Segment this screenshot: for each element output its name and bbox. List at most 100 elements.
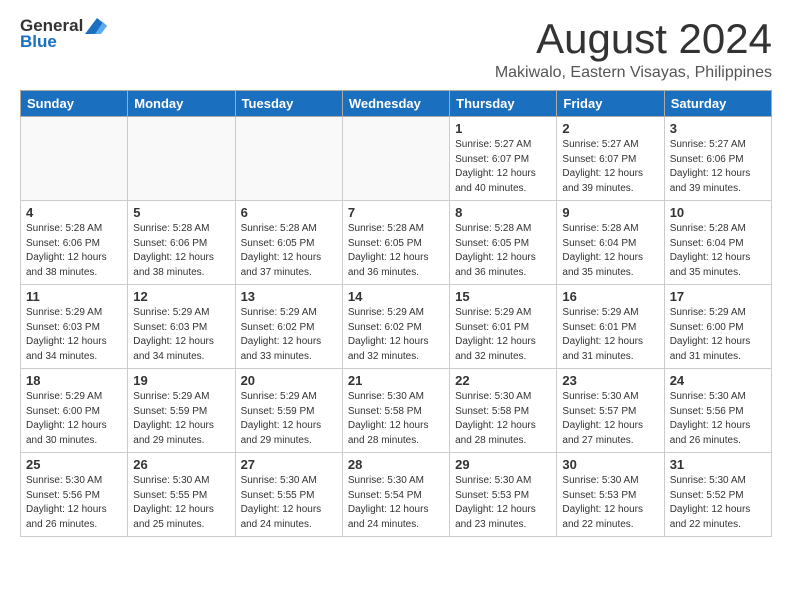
day-info: Sunrise: 5:30 AM Sunset: 5:53 PM Dayligh…	[562, 474, 658, 532]
day-number: 8	[455, 205, 551, 220]
calendar-cell: 2Sunrise: 5:27 AM Sunset: 6:07 PM Daylig…	[557, 117, 664, 201]
calendar-cell: 20 Sunrise: 5:29 AM Sunset: 5:59 PM Dayli…	[235, 369, 342, 453]
day-number: 3	[670, 121, 766, 136]
day-info: Sunrise: 5:30 AM Sunset: 5:55 PM Dayligh…	[241, 474, 337, 532]
day-number: 30	[562, 457, 658, 472]
header-monday: Monday	[128, 91, 235, 117]
calendar-cell: 31 Sunrise: 5:30 AM Sunset: 5:52 PM Dayli…	[664, 453, 771, 537]
calendar-cell: 3 Sunrise: 5:27 AM Sunset: 6:06 PM Daylig…	[664, 117, 771, 201]
day-info: Sunrise: 5:28 AM Sunset: 6:05 PM Dayligh…	[348, 222, 444, 280]
day-info: Sunrise: 5:29 AM Sunset: 5:59 PM Dayligh…	[133, 390, 229, 448]
logo-blue: Blue	[20, 32, 57, 52]
header-saturday: Saturday	[664, 91, 771, 117]
header-friday: Friday	[557, 91, 664, 117]
day-info: Sunrise: 5:30 AM Sunset: 5:55 PM Dayligh…	[133, 474, 229, 532]
calendar-cell	[21, 117, 128, 201]
day-info: Sunrise: 5:30 AM Sunset: 5:53 PM Dayligh…	[455, 474, 551, 532]
day-number: 9	[562, 205, 658, 220]
day-info: Sunrise: 5:30 AM Sunset: 5:52 PM Dayligh…	[670, 474, 766, 532]
calendar: SundayMondayTuesdayWednesdayThursdayFrid…	[20, 90, 772, 537]
day-number: 26	[133, 457, 229, 472]
day-info: Sunrise: 5:29 AM Sunset: 6:01 PM Dayligh…	[455, 306, 551, 364]
day-number: 11	[26, 289, 122, 304]
day-number: 19	[133, 373, 229, 388]
day-number: 25	[26, 457, 122, 472]
header-tuesday: Tuesday	[235, 91, 342, 117]
day-number: 23	[562, 373, 658, 388]
day-info: Sunrise: 5:28 AM Sunset: 6:06 PM Dayligh…	[133, 222, 229, 280]
day-number: 27	[241, 457, 337, 472]
week-row-4: 18Sunrise: 5:29 AM Sunset: 6:00 PM Dayli…	[21, 369, 772, 453]
calendar-cell: 8 Sunrise: 5:28 AM Sunset: 6:05 PM Daylig…	[450, 201, 557, 285]
header-sunday: Sunday	[21, 91, 128, 117]
calendar-cell: 5 Sunrise: 5:28 AM Sunset: 6:06 PM Daylig…	[128, 201, 235, 285]
calendar-cell: 14Sunrise: 5:29 AM Sunset: 6:02 PM Dayli…	[342, 285, 449, 369]
calendar-cell: 6Sunrise: 5:28 AM Sunset: 6:05 PM Daylig…	[235, 201, 342, 285]
week-row-1: 1 Sunrise: 5:27 AM Sunset: 6:07 PM Daylig…	[21, 117, 772, 201]
day-number: 16	[562, 289, 658, 304]
day-number: 17	[670, 289, 766, 304]
day-info: Sunrise: 5:27 AM Sunset: 6:06 PM Dayligh…	[670, 138, 766, 196]
calendar-cell: 26 Sunrise: 5:30 AM Sunset: 5:55 PM Dayli…	[128, 453, 235, 537]
day-info: Sunrise: 5:30 AM Sunset: 5:58 PM Dayligh…	[455, 390, 551, 448]
day-info: Sunrise: 5:27 AM Sunset: 6:07 PM Dayligh…	[455, 138, 551, 196]
day-number: 6	[241, 205, 337, 220]
day-info: Sunrise: 5:29 AM Sunset: 6:00 PM Dayligh…	[670, 306, 766, 364]
day-info: Sunrise: 5:29 AM Sunset: 6:01 PM Dayligh…	[562, 306, 658, 364]
day-info: Sunrise: 5:29 AM Sunset: 6:03 PM Dayligh…	[26, 306, 122, 364]
day-number: 13	[241, 289, 337, 304]
day-number: 21	[348, 373, 444, 388]
calendar-cell: 13 Sunrise: 5:29 AM Sunset: 6:02 PM Dayli…	[235, 285, 342, 369]
day-info: Sunrise: 5:29 AM Sunset: 5:59 PM Dayligh…	[241, 390, 337, 448]
calendar-cell: 11 Sunrise: 5:29 AM Sunset: 6:03 PM Dayli…	[21, 285, 128, 369]
day-number: 22	[455, 373, 551, 388]
day-number: 7	[348, 205, 444, 220]
calendar-cell: 9 Sunrise: 5:28 AM Sunset: 6:04 PM Daylig…	[557, 201, 664, 285]
calendar-cell: 19 Sunrise: 5:29 AM Sunset: 5:59 PM Dayli…	[128, 369, 235, 453]
calendar-cell: 1 Sunrise: 5:27 AM Sunset: 6:07 PM Daylig…	[450, 117, 557, 201]
title-block: August 2024 Makiwalo, Eastern Visayas, P…	[495, 16, 772, 82]
calendar-cell: 25 Sunrise: 5:30 AM Sunset: 5:56 PM Dayli…	[21, 453, 128, 537]
calendar-cell: 24Sunrise: 5:30 AM Sunset: 5:56 PM Dayli…	[664, 369, 771, 453]
calendar-cell: 16 Sunrise: 5:29 AM Sunset: 6:01 PM Dayli…	[557, 285, 664, 369]
day-number: 15	[455, 289, 551, 304]
week-row-3: 11 Sunrise: 5:29 AM Sunset: 6:03 PM Dayli…	[21, 285, 772, 369]
calendar-cell	[128, 117, 235, 201]
day-number: 10	[670, 205, 766, 220]
day-number: 20	[241, 373, 337, 388]
day-info: Sunrise: 5:30 AM Sunset: 5:54 PM Dayligh…	[348, 474, 444, 532]
calendar-cell: 4 Sunrise: 5:28 AM Sunset: 6:06 PM Daylig…	[21, 201, 128, 285]
calendar-cell: 23 Sunrise: 5:30 AM Sunset: 5:57 PM Dayli…	[557, 369, 664, 453]
calendar-cell: 7 Sunrise: 5:28 AM Sunset: 6:05 PM Daylig…	[342, 201, 449, 285]
day-info: Sunrise: 5:29 AM Sunset: 6:02 PM Dayligh…	[348, 306, 444, 364]
day-info: Sunrise: 5:30 AM Sunset: 5:56 PM Dayligh…	[26, 474, 122, 532]
calendar-cell	[342, 117, 449, 201]
day-number: 5	[133, 205, 229, 220]
calendar-cell: 28Sunrise: 5:30 AM Sunset: 5:54 PM Dayli…	[342, 453, 449, 537]
day-info: Sunrise: 5:29 AM Sunset: 6:02 PM Dayligh…	[241, 306, 337, 364]
calendar-cell: 12Sunrise: 5:29 AM Sunset: 6:03 PM Dayli…	[128, 285, 235, 369]
month-title: August 2024	[495, 16, 772, 62]
calendar-cell: 17 Sunrise: 5:29 AM Sunset: 6:00 PM Dayli…	[664, 285, 771, 369]
calendar-header: SundayMondayTuesdayWednesdayThursdayFrid…	[21, 91, 772, 117]
calendar-cell	[235, 117, 342, 201]
calendar-cell: 15 Sunrise: 5:29 AM Sunset: 6:01 PM Dayli…	[450, 285, 557, 369]
day-number: 1	[455, 121, 551, 136]
day-number: 31	[670, 457, 766, 472]
week-row-5: 25 Sunrise: 5:30 AM Sunset: 5:56 PM Dayli…	[21, 453, 772, 537]
day-number: 12	[133, 289, 229, 304]
day-info: Sunrise: 5:28 AM Sunset: 6:04 PM Dayligh…	[562, 222, 658, 280]
day-info: Sunrise: 5:27 AM Sunset: 6:07 PM Dayligh…	[562, 138, 658, 196]
week-row-2: 4 Sunrise: 5:28 AM Sunset: 6:06 PM Daylig…	[21, 201, 772, 285]
day-info: Sunrise: 5:28 AM Sunset: 6:05 PM Dayligh…	[455, 222, 551, 280]
day-info: Sunrise: 5:30 AM Sunset: 5:57 PM Dayligh…	[562, 390, 658, 448]
day-number: 4	[26, 205, 122, 220]
calendar-cell: 30 Sunrise: 5:30 AM Sunset: 5:53 PM Dayli…	[557, 453, 664, 537]
calendar-body: 1 Sunrise: 5:27 AM Sunset: 6:07 PM Daylig…	[21, 117, 772, 537]
calendar-cell: 10Sunrise: 5:28 AM Sunset: 6:04 PM Dayli…	[664, 201, 771, 285]
logo-icon	[85, 18, 107, 34]
day-number: 24	[670, 373, 766, 388]
header-wednesday: Wednesday	[342, 91, 449, 117]
calendar-cell: 22 Sunrise: 5:30 AM Sunset: 5:58 PM Dayli…	[450, 369, 557, 453]
day-info: Sunrise: 5:28 AM Sunset: 6:06 PM Dayligh…	[26, 222, 122, 280]
